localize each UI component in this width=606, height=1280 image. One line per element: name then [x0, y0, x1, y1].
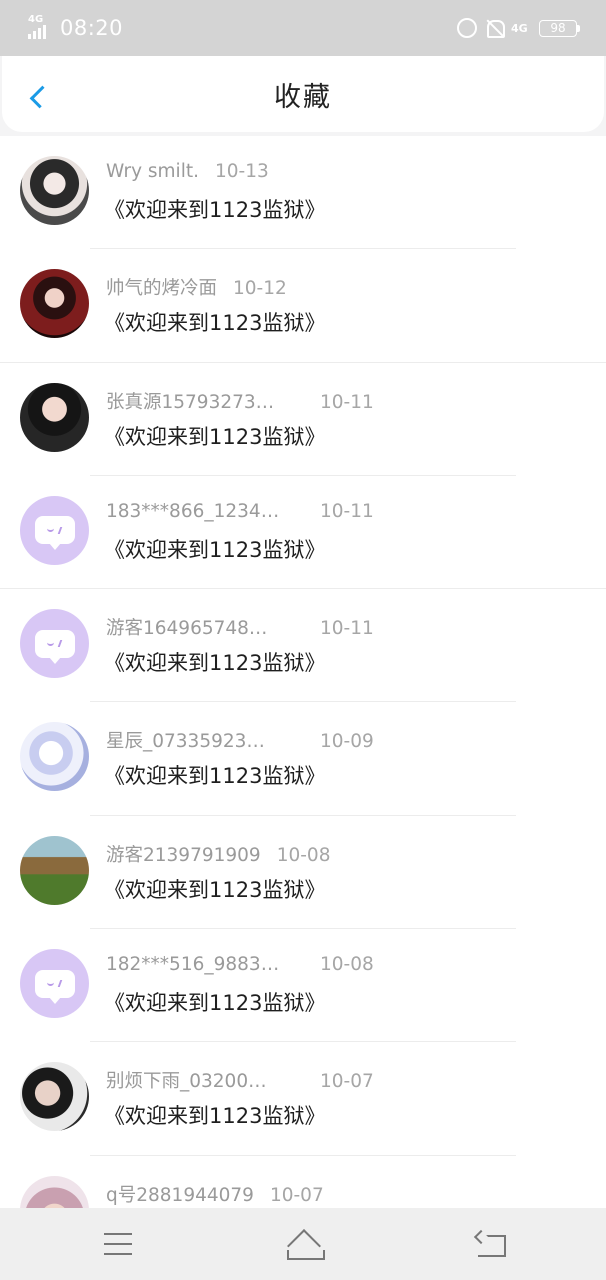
user-name: q号2881944079	[106, 1184, 254, 1206]
item-title: 《欢迎来到1123监狱》	[104, 991, 326, 1016]
list-item[interactable]: 183***866_1234… 10-11 《欢迎来到1123监狱》	[0, 476, 606, 590]
item-date: 10-08	[276, 844, 331, 866]
signal-icon: 4G	[28, 15, 54, 41]
item-title: 《欢迎来到1123监狱》	[104, 877, 326, 902]
item-meta: 游客2139791909 10-08	[106, 841, 330, 867]
item-meta: 帅气的烤冷面 10-12	[106, 274, 287, 300]
chat-bubble-icon	[34, 969, 75, 1004]
user-name: Wry smilt.	[106, 161, 199, 182]
avatar[interactable]	[20, 1175, 89, 1208]
user-name: 别烦下雨_03200…	[106, 1071, 267, 1093]
avatar[interactable]	[20, 156, 89, 225]
item-meta: q号2881944079 10-07	[106, 1181, 324, 1207]
avatar[interactable]	[20, 609, 89, 679]
status-right: 4G 98	[457, 18, 580, 38]
avatar[interactable]	[20, 949, 89, 1019]
chat-bubble-icon	[34, 516, 75, 551]
item-title: 《欢迎来到1123监狱》	[104, 537, 326, 562]
back-button[interactable]	[26, 80, 53, 114]
avatar[interactable]	[20, 269, 89, 339]
user-name: 游客2139791909	[106, 844, 261, 866]
mute-icon	[485, 18, 505, 38]
list-item[interactable]: 别烦下雨_03200… 10-07 《欢迎来到1123监狱》	[0, 1042, 606, 1156]
item-meta: 182***516_9883… 10-08	[106, 954, 374, 975]
item-meta: 张真源15793273… 10-11	[106, 388, 374, 414]
item-meta: Wry smilt. 10-13	[106, 161, 269, 182]
avatar[interactable]	[20, 495, 89, 565]
item-title: 《欢迎来到1123监狱》	[104, 198, 326, 222]
chevron-left-icon	[29, 85, 53, 109]
avatar[interactable]	[20, 722, 89, 792]
alarm-icon	[457, 18, 477, 38]
page-title: 收藏	[274, 81, 332, 113]
list-item[interactable]: Wry smilt. 10-13 《欢迎来到1123监狱》	[0, 136, 606, 250]
item-title: 《欢迎来到1123监狱》	[104, 764, 326, 789]
clock: 08:20	[60, 16, 124, 40]
list-item[interactable]: q号2881944079 10-07	[0, 1156, 606, 1208]
item-title: 《欢迎来到1123监狱》	[104, 311, 326, 336]
avatar[interactable]	[20, 835, 89, 905]
avatar[interactable]	[20, 382, 89, 452]
user-name: 帅气的烤冷面	[106, 278, 218, 300]
item-title: 《欢迎来到1123监狱》	[104, 651, 326, 676]
list-item[interactable]: 游客164965748… 10-11 《欢迎来到1123监狱》	[0, 589, 606, 703]
item-date: 10-13	[214, 161, 269, 182]
user-name: 游客164965748…	[106, 618, 268, 640]
user-name: 183***866_1234…	[106, 500, 280, 522]
list-item[interactable]: 星辰_07335923… 10-09 《欢迎来到1123监狱》	[0, 702, 606, 817]
battery-icon: 98	[539, 19, 580, 37]
favorites-list[interactable]: Wry smilt. 10-13 《欢迎来到1123监狱》 帅气的烤冷面 10-…	[0, 136, 606, 1208]
status-left: 4G 08:20	[28, 15, 123, 41]
item-date: 10-11	[320, 618, 374, 640]
user-name: 星辰_07335923…	[106, 731, 265, 753]
item-meta: 游客164965748… 10-11	[106, 614, 374, 640]
item-date: 10-11	[320, 391, 374, 413]
chat-bubble-icon	[34, 629, 75, 664]
item-title: 《欢迎来到1123监狱》	[104, 424, 326, 449]
item-date: 10-08	[320, 954, 374, 976]
back-icon[interactable]	[476, 1233, 506, 1257]
user-name: 张真源15793273…	[106, 391, 275, 413]
network-type-right: 4G	[511, 21, 528, 35]
user-name: 182***516_9883…	[106, 954, 280, 976]
battery-level: 98	[539, 19, 577, 37]
list-item[interactable]: 182***516_9883… 10-08 《欢迎来到1123监狱》	[0, 929, 606, 1043]
status-bar: 4G 08:20 4G 98	[0, 0, 606, 56]
list-item[interactable]: 游客2139791909 10-08 《欢迎来到1123监狱》	[0, 816, 606, 930]
header: 收藏	[2, 56, 604, 132]
item-date: 10-11	[320, 500, 374, 522]
list-item[interactable]: 帅气的烤冷面 10-12 《欢迎来到1123监狱》	[0, 249, 606, 363]
menu-icon[interactable]	[104, 1233, 132, 1255]
system-nav-bar	[0, 1208, 606, 1280]
home-icon[interactable]	[284, 1230, 325, 1260]
network-type: 4G	[28, 14, 44, 25]
item-meta: 183***866_1234… 10-11	[106, 501, 374, 522]
item-meta: 星辰_07335923… 10-09	[106, 727, 374, 753]
item-date: 10-07	[269, 1184, 324, 1206]
item-date: 10-09	[320, 731, 374, 753]
list-item[interactable]: 张真源15793273… 10-11 《欢迎来到1123监狱》	[0, 363, 606, 477]
avatar[interactable]	[20, 1062, 89, 1132]
item-date: 10-07	[320, 1071, 374, 1093]
item-date: 10-12	[233, 278, 287, 300]
item-title: 《欢迎来到1123监狱》	[104, 1104, 326, 1129]
item-meta: 别烦下雨_03200… 10-07	[106, 1067, 374, 1093]
